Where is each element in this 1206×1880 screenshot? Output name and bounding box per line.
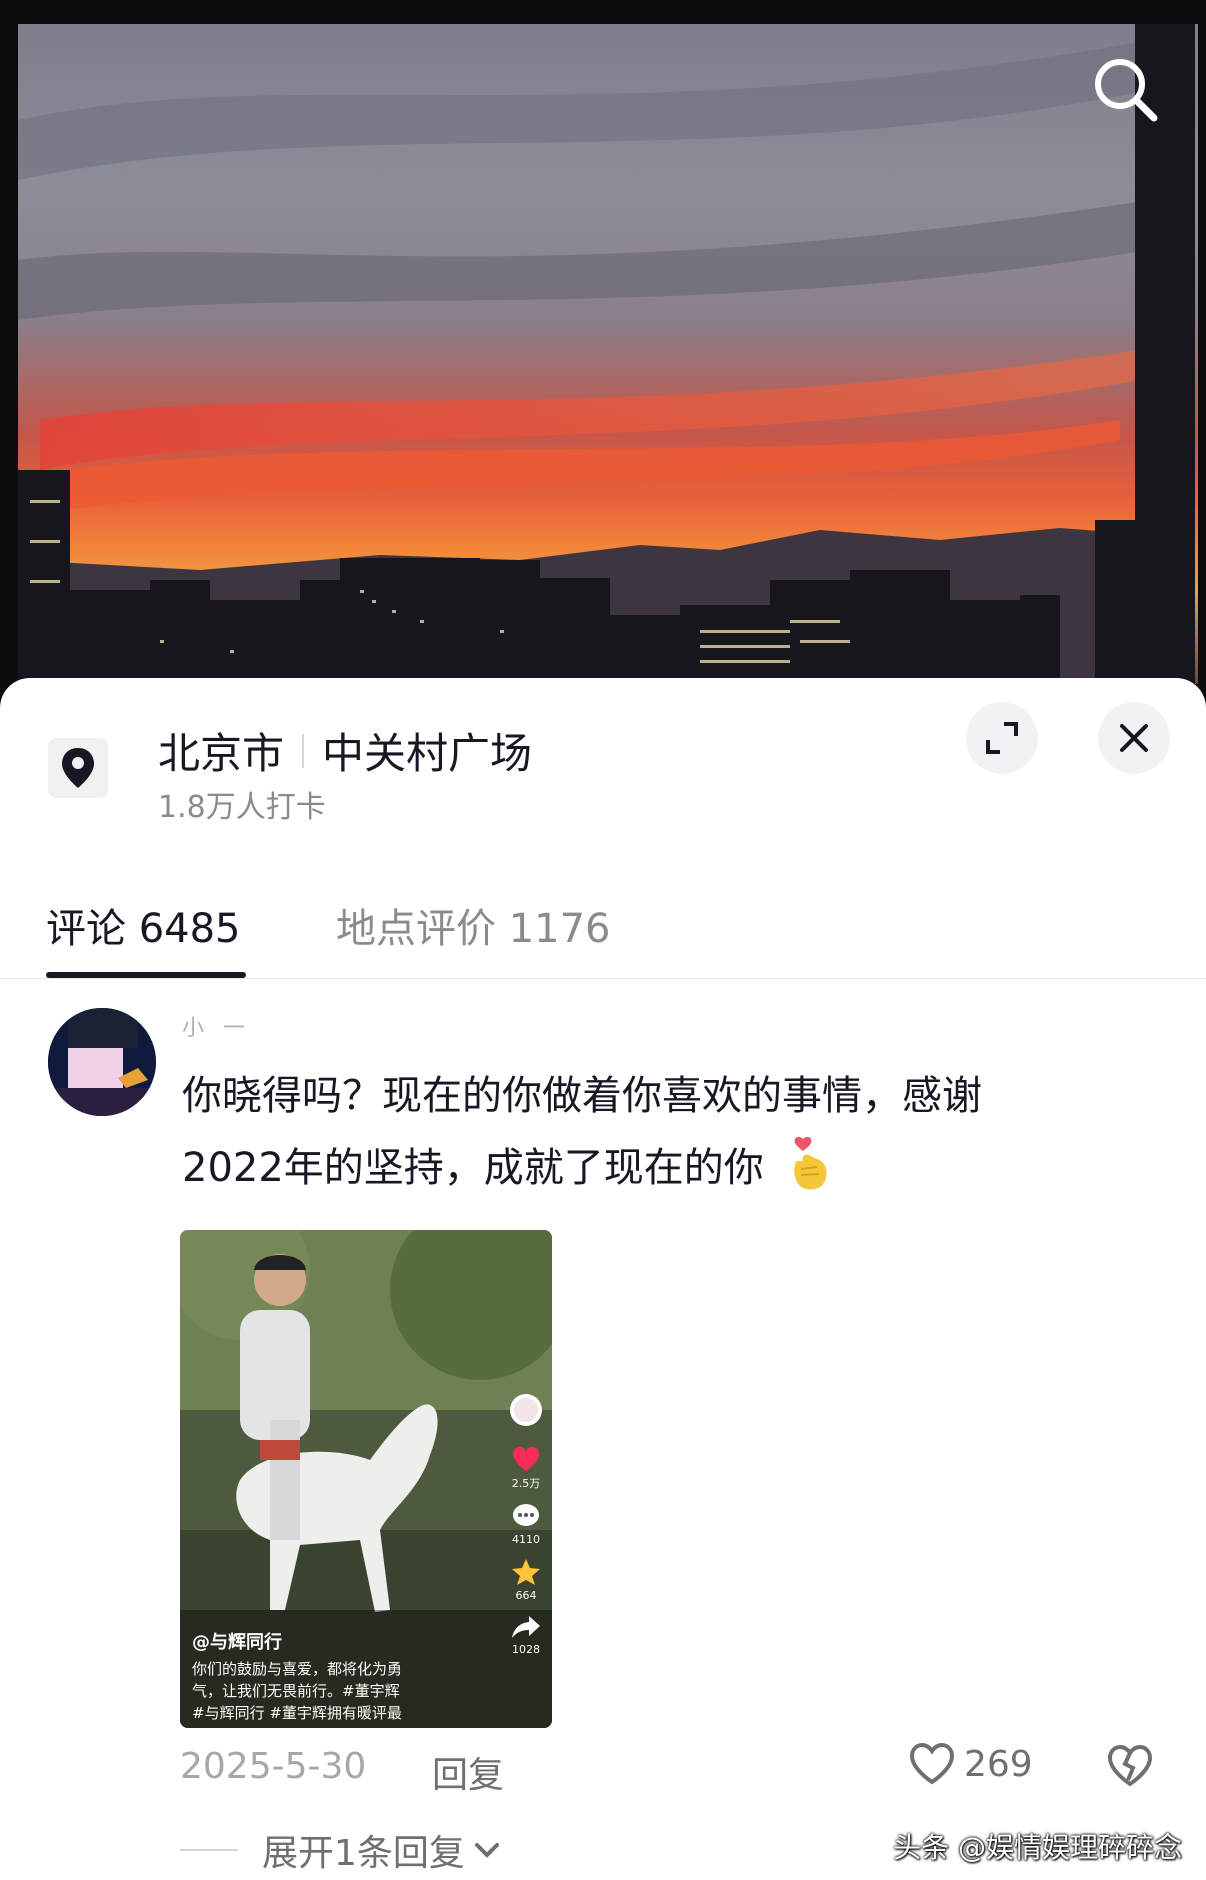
close-button[interactable] (1098, 702, 1170, 774)
expand-button[interactable] (966, 702, 1038, 774)
expand-icon (986, 722, 1018, 754)
comment-line-1: 你晓得吗？现在的你做着你喜欢的事情，感谢 (182, 1073, 982, 1119)
like-button[interactable]: 269 (908, 1742, 1033, 1786)
close-icon (1120, 724, 1148, 752)
star-icon (512, 1559, 540, 1585)
comment-line-2: 2022年的坚持，成就了现在的你 (182, 1145, 764, 1191)
watermark: 头条 @娱情娱理碎碎念 (893, 1831, 1182, 1864)
video-author-avatar (508, 1392, 544, 1431)
attached-video-card[interactable]: 2.5万 4110 664 1028 @与辉同行 你们的鼓励与喜爱，都将化为勇 … (180, 1230, 552, 1728)
video-desc-line-1: 你们的鼓励与喜爱，都将化为勇 (192, 1660, 403, 1678)
tab-comments[interactable]: 评论 6485 (46, 896, 241, 954)
video-share-stat: 1028 (508, 1614, 544, 1656)
chevron-down-icon (474, 1843, 499, 1858)
video-comment-count: 4110 (512, 1533, 540, 1546)
comment-username[interactable]: 小 一 (182, 1010, 251, 1042)
location-pin-icon (62, 748, 94, 788)
comment-bubble-icon (513, 1504, 539, 1526)
video-desc-line-2: 气，让我们无畏前行。#董宇辉 (192, 1682, 400, 1700)
video-share-count: 1028 (512, 1643, 540, 1656)
comment-date: 2025-5-30 (180, 1746, 367, 1787)
active-tab-indicator (46, 972, 246, 978)
location-title: 北京市 中关村广场 (158, 720, 532, 781)
location-pin-badge (48, 738, 108, 798)
location-city: 北京市 (158, 729, 285, 778)
location-place: 中关村广场 (322, 729, 533, 778)
search-icon (1095, 59, 1158, 122)
search-button[interactable] (1088, 52, 1162, 126)
video-desc-line-3: #与辉同行 #董宇辉拥有暖评最 (192, 1704, 402, 1722)
like-count: 269 (964, 1743, 1033, 1785)
share-arrow-icon (512, 1616, 540, 1638)
video-description: 你们的鼓励与喜爱，都将化为勇 气，让我们无畏前行。#董宇辉 #与辉同行 #董宇辉… (192, 1658, 472, 1724)
expand-replies[interactable]: 展开1条回复 (180, 1824, 501, 1876)
checkin-count: 1.8万人打卡 (158, 790, 326, 825)
expand-replies-label: 展开1条回复 (262, 1833, 465, 1874)
expand-divider (180, 1849, 238, 1851)
broken-heart-icon (1107, 1744, 1153, 1787)
video-comment-stat: 4110 (508, 1502, 544, 1546)
heart-outline-icon (909, 1742, 955, 1785)
video-like-stat: 2.5万 (508, 1446, 544, 1491)
avatar-image (48, 1008, 156, 1116)
video-like-count: 2.5万 (511, 1477, 541, 1490)
reply-button[interactable]: 回复 (432, 1746, 504, 1798)
video-favorite-count: 664 (515, 1589, 537, 1602)
location-cover-photo (0, 0, 1206, 700)
avatar[interactable] (48, 1008, 156, 1116)
sunset-skyline-image (0, 0, 1206, 700)
comment-text: 你晓得吗？现在的你做着你喜欢的事情，感谢 2022年的坚持，成就了现在的你 (182, 1060, 1082, 1204)
video-author: @与辉同行 (192, 1632, 282, 1653)
finger-heart-icon (787, 1135, 831, 1193)
tab-location-reviews[interactable]: 地点评价 1176 (336, 896, 611, 954)
video-favorite-stat: 664 (508, 1558, 544, 1602)
title-separator (302, 733, 305, 768)
tab-bar: 评论 6485 地点评价 1176 (0, 874, 1206, 979)
heart-icon (513, 1447, 539, 1471)
location-detail-sheet: 北京市 中关村广场 1.8万人打卡 评论 6485 地点评价 1176 小 一 (0, 678, 1206, 1880)
dislike-button[interactable] (1106, 1744, 1154, 1792)
